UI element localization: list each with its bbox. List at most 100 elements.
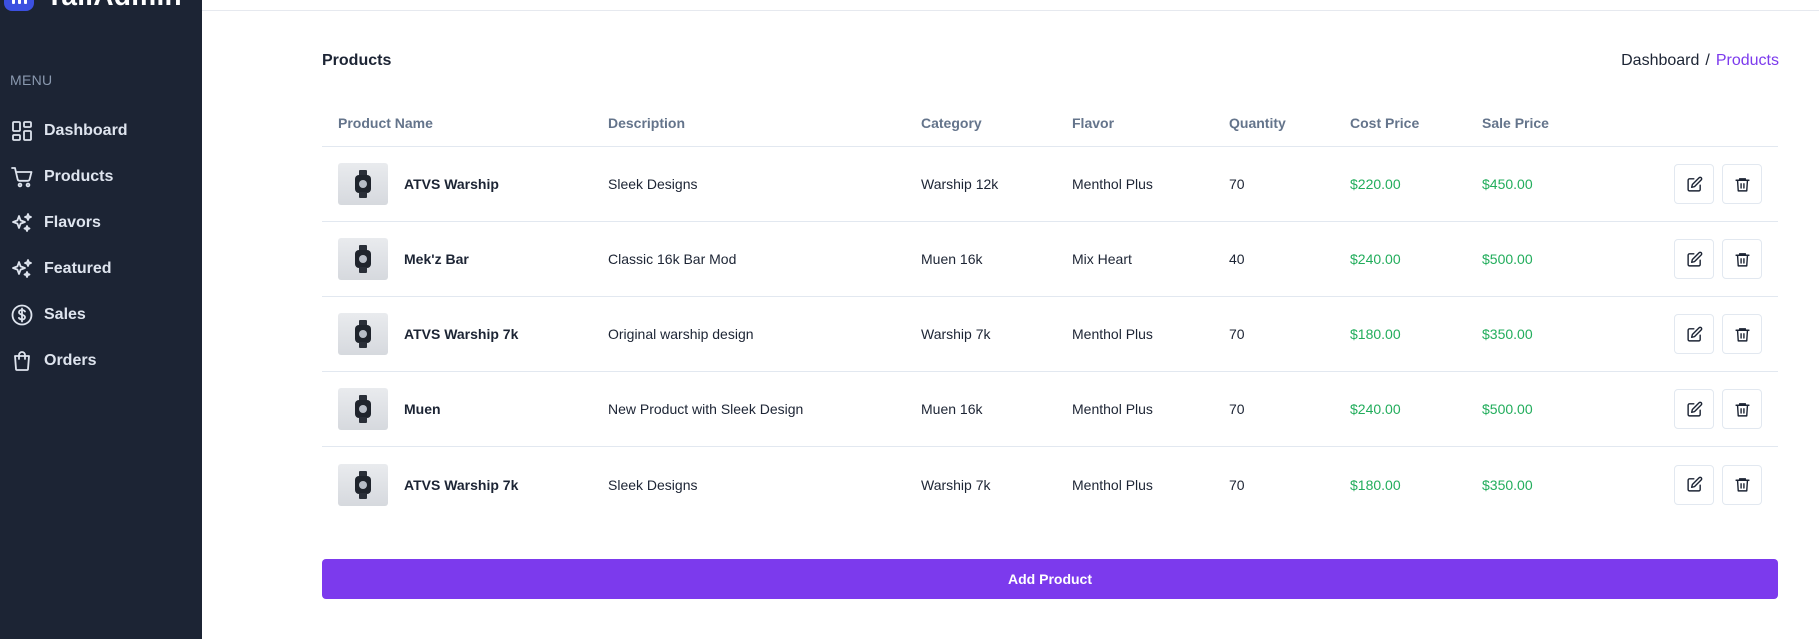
product-name: Muen bbox=[404, 401, 441, 417]
table-header: Product Name Description Category Flavor… bbox=[322, 100, 1778, 147]
sidebar-item-products[interactable]: Products bbox=[10, 154, 195, 200]
menu-heading: MENU bbox=[10, 72, 53, 88]
delete-button[interactable] bbox=[1722, 389, 1762, 429]
sidebar-item-orders[interactable]: Orders bbox=[10, 338, 195, 384]
table-row: ATVS Warship Sleek Designs Warship 12k M… bbox=[322, 147, 1778, 222]
product-sale-price: $350.00 bbox=[1482, 476, 1533, 493]
table-row: ATVS Warship 7k Original warship design … bbox=[322, 297, 1778, 372]
product-flavor: Menthol Plus bbox=[1072, 401, 1153, 417]
product-cost-price: $180.00 bbox=[1350, 326, 1401, 342]
product-thumbnail bbox=[338, 238, 388, 280]
product-description: New Product with Sleek Design bbox=[608, 401, 804, 417]
product-thumbnail bbox=[338, 388, 388, 430]
product-flavor: Mix Heart bbox=[1072, 251, 1132, 267]
table-row: Muen New Product with Sleek Design Muen … bbox=[322, 372, 1778, 447]
edit-icon bbox=[1686, 401, 1702, 417]
trash-icon bbox=[1734, 402, 1750, 417]
header-quantity: Quantity bbox=[1229, 115, 1286, 131]
product-image-icon bbox=[355, 245, 371, 273]
product-flavor: Menthol Plus bbox=[1072, 176, 1153, 192]
page-title: Products bbox=[322, 52, 392, 69]
sidebar: TailAdmin MENU Dashboard Products bbox=[0, 0, 202, 639]
product-description: Original warship design bbox=[608, 326, 754, 342]
product-cost-price: $180.00 bbox=[1350, 476, 1401, 493]
header-category: Category bbox=[921, 115, 982, 131]
products-table: Product Name Description Category Flavor… bbox=[322, 100, 1778, 522]
header-flavor: Flavor bbox=[1072, 115, 1115, 131]
product-name: ATVS Warship bbox=[404, 176, 499, 192]
add-product-button[interactable]: Add Product bbox=[322, 559, 1778, 599]
breadcrumb-current: Products bbox=[1715, 52, 1779, 69]
sidebar-item-dashboard[interactable]: Dashboard bbox=[10, 108, 195, 154]
product-name: Mek'z Bar bbox=[404, 251, 469, 267]
product-category: Muen 16k bbox=[921, 401, 983, 417]
sidebar-menu: Dashboard Products Flavors Featured Sale… bbox=[10, 108, 195, 384]
sidebar-item-label: Orders bbox=[44, 352, 97, 369]
top-header bbox=[202, 0, 1819, 11]
product-image-icon bbox=[355, 170, 371, 198]
delete-button[interactable] bbox=[1722, 464, 1762, 505]
table-row: ATVS Warship 7k Sleek Designs Warship 7k… bbox=[322, 447, 1778, 522]
product-thumbnail bbox=[338, 163, 388, 205]
header-sale-price: Sale Price bbox=[1482, 115, 1549, 131]
edit-button[interactable] bbox=[1674, 314, 1714, 354]
sidebar-item-sales[interactable]: Sales bbox=[10, 292, 195, 338]
brand[interactable]: TailAdmin bbox=[4, 0, 182, 14]
product-cell: ATVS Warship 7k bbox=[322, 463, 608, 506]
product-image-icon bbox=[355, 395, 371, 423]
row-actions bbox=[1632, 464, 1778, 505]
product-description: Sleek Designs bbox=[608, 176, 698, 192]
sidebar-item-featured[interactable]: Featured bbox=[10, 246, 195, 292]
sparkles-icon bbox=[12, 213, 32, 232]
edit-button[interactable] bbox=[1674, 164, 1714, 204]
product-flavor: Menthol Plus bbox=[1072, 326, 1153, 342]
edit-button[interactable] bbox=[1674, 389, 1714, 429]
product-cell: Muen bbox=[322, 388, 608, 430]
dollar-circle-icon bbox=[11, 304, 33, 326]
product-quantity: 70 bbox=[1229, 176, 1245, 192]
sidebar-item-flavors[interactable]: Flavors bbox=[10, 200, 195, 246]
product-quantity: 70 bbox=[1229, 401, 1245, 417]
edit-button[interactable] bbox=[1674, 239, 1714, 279]
logo-icon bbox=[4, 0, 34, 11]
edit-icon bbox=[1686, 476, 1702, 492]
edit-icon bbox=[1686, 326, 1702, 342]
row-actions bbox=[1632, 389, 1778, 429]
product-description: Classic 16k Bar Mod bbox=[608, 251, 737, 267]
delete-button[interactable] bbox=[1722, 164, 1762, 204]
delete-button[interactable] bbox=[1722, 314, 1762, 354]
sidebar-item-label: Dashboard bbox=[44, 122, 128, 139]
product-flavor: Menthol Plus bbox=[1072, 476, 1153, 493]
sidebar-item-label: Sales bbox=[44, 306, 86, 323]
product-quantity: 40 bbox=[1229, 251, 1245, 267]
product-thumbnail bbox=[338, 463, 388, 506]
trash-icon bbox=[1734, 478, 1750, 492]
row-actions bbox=[1632, 239, 1778, 279]
sidebar-item-label: Flavors bbox=[44, 214, 101, 231]
breadcrumb-home[interactable]: Dashboard bbox=[1621, 52, 1699, 70]
header-product-name: Product Name bbox=[338, 115, 433, 131]
product-cell: ATVS Warship 7k bbox=[322, 313, 608, 355]
product-cell: ATVS Warship bbox=[322, 163, 608, 205]
delete-button[interactable] bbox=[1722, 239, 1762, 279]
product-cost-price: $220.00 bbox=[1350, 176, 1401, 192]
header-description: Description bbox=[608, 115, 686, 131]
product-category: Warship 7k bbox=[921, 476, 991, 493]
product-cost-price: $240.00 bbox=[1350, 251, 1401, 267]
sparkles-icon bbox=[12, 259, 32, 278]
trash-icon bbox=[1734, 177, 1750, 192]
product-cost-price: $240.00 bbox=[1350, 401, 1401, 417]
row-actions bbox=[1632, 164, 1778, 204]
sidebar-item-label: Featured bbox=[44, 260, 112, 277]
product-sale-price: $500.00 bbox=[1482, 251, 1533, 267]
breadcrumb-separator: / bbox=[1705, 52, 1710, 69]
product-category: Warship 7k bbox=[921, 326, 991, 342]
trash-icon bbox=[1734, 252, 1750, 267]
grid-icon bbox=[12, 121, 32, 141]
row-actions bbox=[1632, 314, 1778, 354]
product-category: Muen 16k bbox=[921, 251, 983, 267]
cart-icon bbox=[11, 167, 33, 188]
edit-button[interactable] bbox=[1674, 464, 1714, 505]
product-name: ATVS Warship 7k bbox=[404, 326, 519, 342]
product-image-icon bbox=[355, 470, 371, 499]
